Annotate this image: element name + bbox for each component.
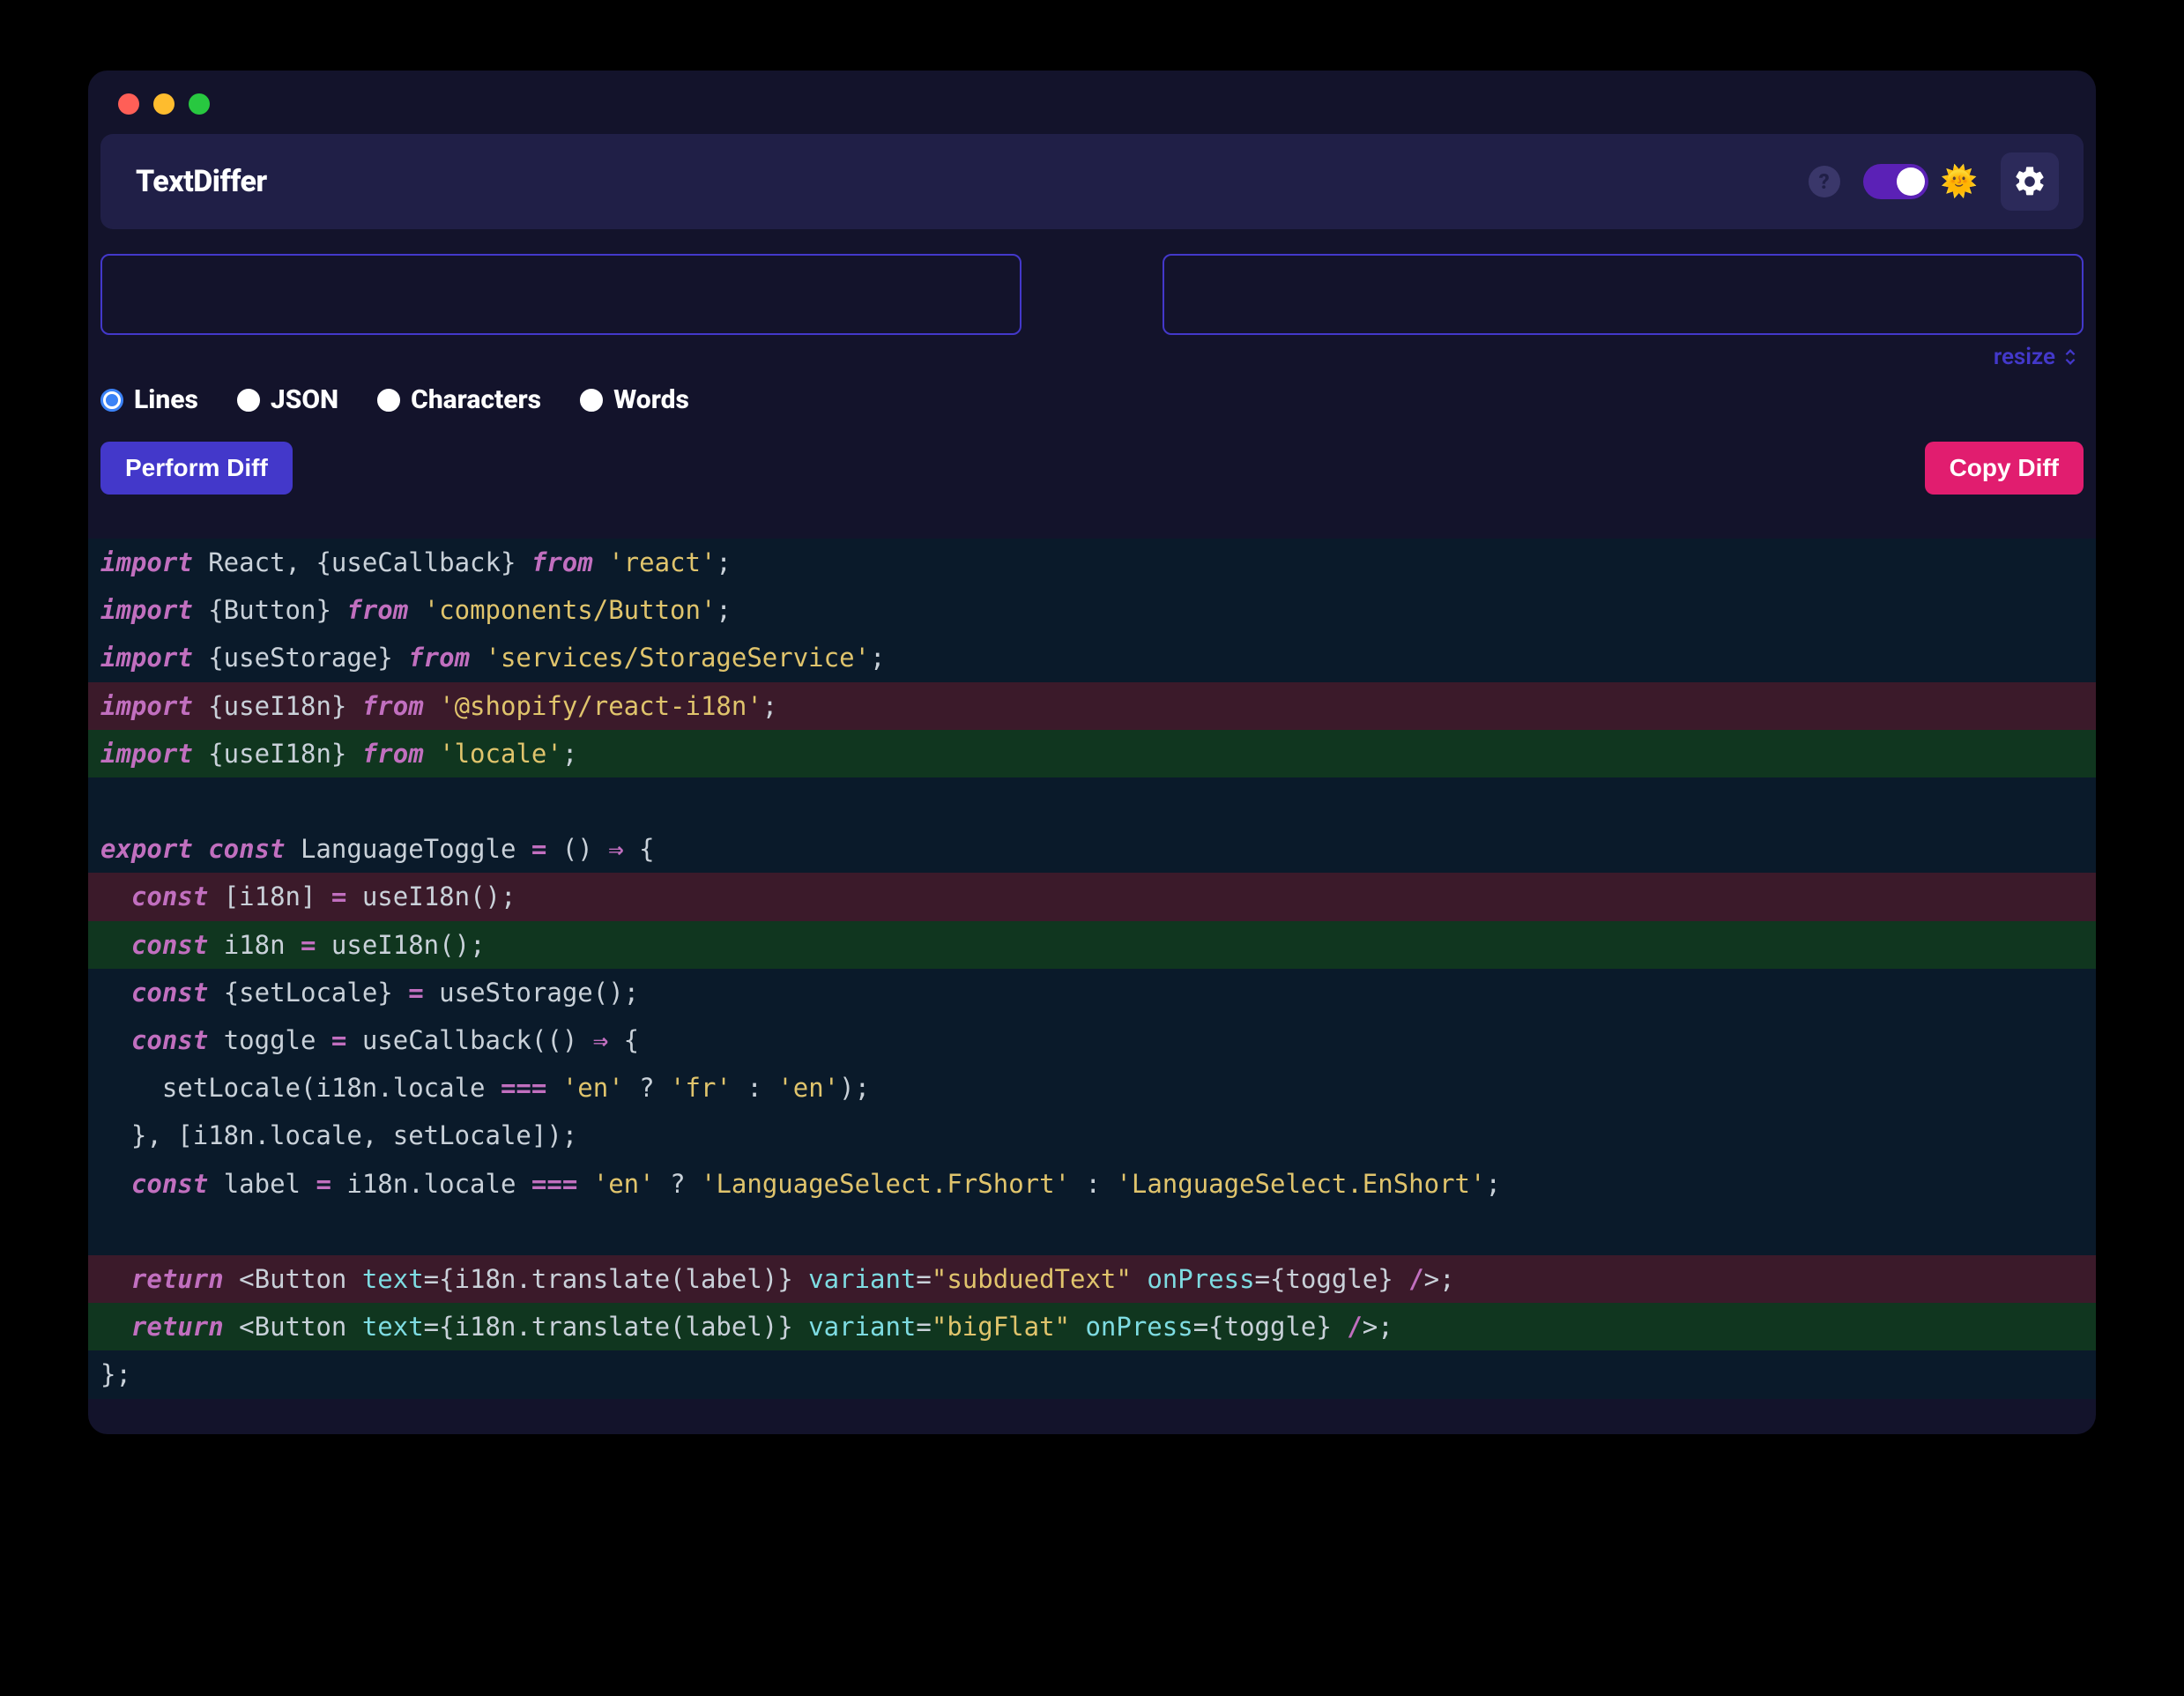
radio-icon (237, 389, 260, 412)
diff-row-unchanged: export const LanguageToggle = () ⇒ { (88, 825, 2096, 873)
radio-icon (377, 389, 400, 412)
resize-control[interactable]: resize (88, 335, 2096, 370)
mode-json[interactable]: JSON (237, 384, 338, 415)
perform-diff-button[interactable]: Perform Diff (100, 442, 293, 495)
close-icon[interactable] (118, 93, 139, 115)
header-actions: ? 🌞 (1809, 152, 2059, 211)
help-icon[interactable]: ? (1809, 166, 1840, 197)
radio-icon (100, 389, 123, 412)
diff-row-unchanged: const toggle = useCallback(() ⇒ { (88, 1016, 2096, 1064)
radio-icon (580, 389, 603, 412)
diff-row-removed: const [i18n] = useI18n(); (88, 873, 2096, 920)
diff-row-unchanged: setLocale(i18n.locale === 'en' ? 'fr' : … (88, 1064, 2096, 1112)
diff-row-added: const i18n = useI18n(); (88, 921, 2096, 969)
mode-label: Words (613, 384, 689, 415)
app-window: TextDiffer ? 🌞 resize Lines (88, 71, 2096, 1434)
diff-row-unchanged: import {useStorage} from 'services/Stora… (88, 634, 2096, 681)
resize-icon (2061, 347, 2080, 367)
diff-output: import React, {useCallback} from 'react'… (88, 539, 2096, 1399)
diff-row-unchanged: }; (88, 1350, 2096, 1398)
app-title: TextDiffer (136, 164, 267, 199)
toggle-knob (1897, 167, 1925, 196)
diff-row-unchanged: import React, {useCallback} from 'react'… (88, 539, 2096, 586)
theme-toggle-group: 🌞 (1863, 164, 1978, 199)
diff-row-unchanged: }, [i18n.locale, setLocale]); (88, 1112, 2096, 1159)
diff-row-added: import {useI18n} from 'locale'; (88, 730, 2096, 777)
mode-radios: Lines JSON Characters Words (88, 370, 2096, 415)
diff-row-added: return <Button text={i18n.translate(labe… (88, 1303, 2096, 1350)
mode-label: Lines (134, 384, 198, 415)
diff-row-unchanged: const label = i18n.locale === 'en' ? 'La… (88, 1160, 2096, 1208)
input-row (88, 229, 2096, 335)
left-input[interactable] (100, 254, 1021, 335)
copy-diff-button[interactable]: Copy Diff (1925, 442, 2084, 495)
resize-label: resize (1994, 344, 2055, 370)
diff-row-empty (88, 777, 2096, 825)
window-controls (88, 93, 2096, 134)
header: TextDiffer ? 🌞 (100, 134, 2084, 229)
maximize-icon[interactable] (189, 93, 210, 115)
mode-lines[interactable]: Lines (100, 384, 198, 415)
diff-row-empty (88, 1208, 2096, 1255)
gear-icon (2012, 164, 2047, 199)
mode-characters[interactable]: Characters (377, 384, 541, 415)
diff-row-unchanged: const {setLocale} = useStorage(); (88, 969, 2096, 1016)
diff-row-removed: import {useI18n} from '@shopify/react-i1… (88, 682, 2096, 730)
sun-icon: 🌞 (1941, 167, 1978, 197)
diff-row-unchanged: import {Button} from 'components/Button'… (88, 586, 2096, 634)
action-row: Perform Diff Copy Diff (88, 415, 2096, 495)
mode-label: Characters (411, 384, 541, 415)
minimize-icon[interactable] (153, 93, 175, 115)
settings-button[interactable] (2001, 152, 2059, 211)
theme-toggle[interactable] (1863, 164, 1928, 199)
diff-row-removed: return <Button text={i18n.translate(labe… (88, 1255, 2096, 1303)
mode-words[interactable]: Words (580, 384, 689, 415)
right-input[interactable] (1163, 254, 2084, 335)
mode-label: JSON (271, 384, 338, 415)
